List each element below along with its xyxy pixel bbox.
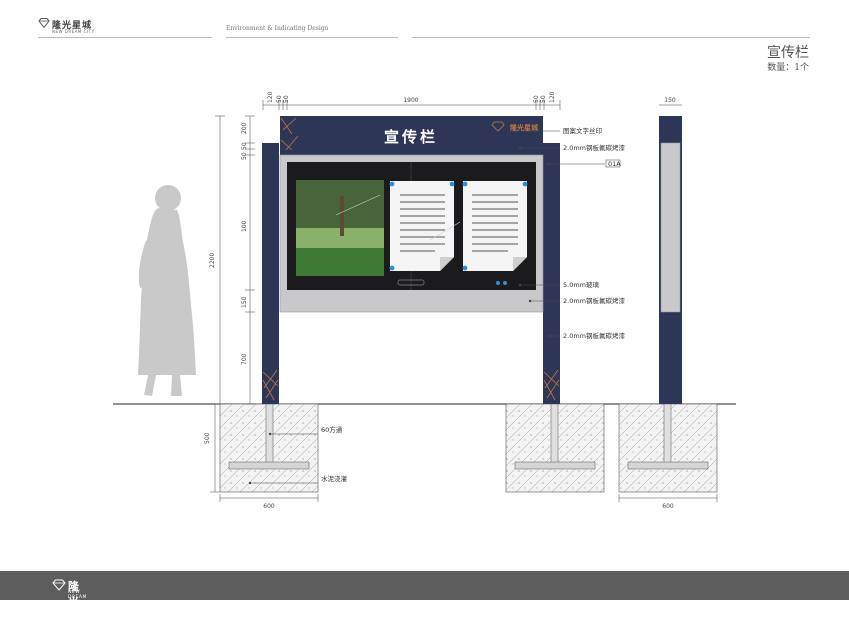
indicator-dot-1 bbox=[496, 281, 500, 285]
dim-top-3: 50 bbox=[283, 95, 290, 103]
callout-concrete: 水泥浇灌 bbox=[321, 474, 348, 483]
human-silhouette bbox=[138, 185, 196, 396]
dim-top-4: 1900 bbox=[403, 97, 418, 104]
footer-logo-english: NEW DREAM CITY bbox=[68, 590, 87, 605]
dim-left-1: 200 bbox=[241, 122, 248, 134]
elevation-drawing: 宣传栏 隆光星城 120 50 50 1900 50 50 120 150 20… bbox=[113, 91, 736, 510]
dim-left-3: 50 bbox=[241, 152, 248, 160]
side-panel bbox=[660, 142, 681, 313]
dim-foundation-depth: 500 bbox=[204, 432, 211, 444]
dim-left-5: 150 bbox=[241, 296, 248, 308]
board-title: 宣传栏 bbox=[384, 128, 438, 146]
dim-top-6: 50 bbox=[540, 95, 547, 103]
footer-logo-chinese: 隆光星城 bbox=[68, 580, 80, 641]
dim-top-7: 120 bbox=[549, 91, 556, 103]
dim-top-1: 120 bbox=[267, 91, 274, 103]
footer-bar bbox=[0, 571, 849, 600]
dim-top-2: 50 bbox=[276, 95, 283, 103]
callout-silkscreen: 图案文字丝印 bbox=[563, 126, 602, 135]
footer-diamond-icon bbox=[52, 579, 66, 591]
callout-panel-frame: 2.0mm钢板氟碳烤漆 bbox=[563, 296, 626, 305]
dim-left-2: 50 bbox=[241, 142, 248, 150]
dim-left-6: 700 bbox=[241, 353, 248, 365]
foundation-side bbox=[618, 403, 718, 493]
callout-panel-top: 2.0mm钢板氟碳烤漆 bbox=[563, 143, 626, 152]
display-sheet-right bbox=[462, 181, 528, 271]
board-brand: 隆光星城 bbox=[510, 123, 538, 132]
callout-glass: 5.0mm玻璃 bbox=[563, 280, 600, 289]
dim-foundation-left: 600 bbox=[263, 503, 275, 510]
indicator-dot-2 bbox=[503, 281, 507, 285]
callout-tube: 60方通 bbox=[321, 425, 343, 434]
dim-top-5: 50 bbox=[533, 95, 540, 103]
post-left bbox=[262, 143, 279, 404]
dim-side-width: 150 bbox=[664, 97, 676, 104]
callout-ref: 01A bbox=[608, 160, 621, 168]
post-right bbox=[543, 143, 560, 404]
dim-foundation-side: 600 bbox=[662, 503, 674, 510]
display-photo bbox=[296, 180, 384, 276]
dim-left-4: 100 bbox=[241, 220, 248, 232]
foundation-left bbox=[219, 403, 319, 493]
foundation-middle bbox=[505, 403, 605, 493]
callout-post: 2.0mm钢板氟碳烤漆 bbox=[563, 331, 626, 340]
display-sheet-left bbox=[389, 181, 455, 271]
dim-total-height: 2200 bbox=[209, 253, 216, 268]
